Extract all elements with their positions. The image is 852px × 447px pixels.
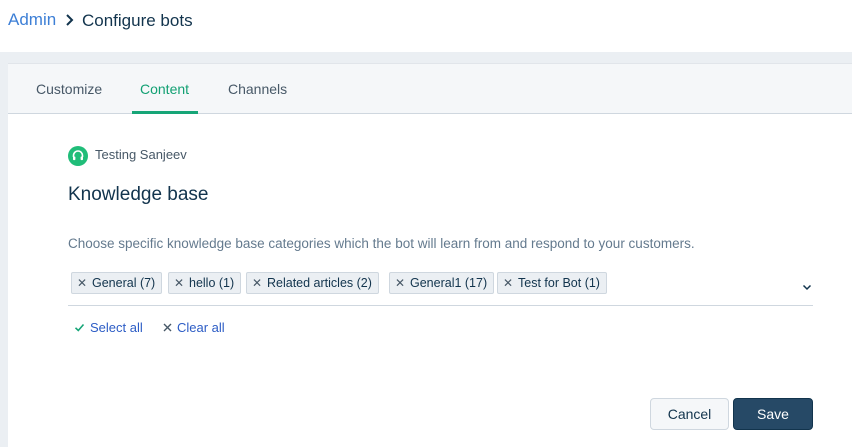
section-title: Knowledge base bbox=[68, 184, 209, 205]
category-tag: ✕ General1 (17) bbox=[389, 272, 495, 294]
category-tag: ✕ Test for Bot (1) bbox=[497, 272, 607, 294]
section-description: Choose specific knowledge base categorie… bbox=[68, 236, 695, 251]
chevron-right-icon bbox=[66, 14, 74, 26]
check-icon bbox=[74, 323, 85, 332]
category-tag-label: Related articles (2) bbox=[267, 276, 372, 290]
remove-tag-icon[interactable]: ✕ bbox=[169, 276, 189, 290]
active-tab-indicator bbox=[132, 111, 198, 114]
bot-name: Testing Sanjeev bbox=[95, 147, 187, 162]
select-all-label: Select all bbox=[90, 320, 143, 335]
breadcrumb-admin-link[interactable]: Admin bbox=[8, 10, 56, 30]
select-all-link[interactable]: Select all bbox=[74, 320, 143, 335]
tab-channels[interactable]: Channels bbox=[228, 81, 287, 97]
category-tag-label: General1 (17) bbox=[410, 276, 488, 290]
content-card: Customize Content Channels Testing Sanje… bbox=[8, 63, 852, 447]
clear-all-label: Clear all bbox=[177, 320, 225, 335]
page-title: Configure bots bbox=[82, 11, 193, 30]
remove-tag-icon[interactable]: ✕ bbox=[498, 276, 518, 290]
close-icon bbox=[163, 323, 172, 332]
category-tag: ✕ hello (1) bbox=[168, 272, 242, 294]
remove-tag-icon[interactable]: ✕ bbox=[247, 276, 267, 290]
tab-customize[interactable]: Customize bbox=[36, 81, 102, 97]
category-tag-label: hello (1) bbox=[189, 276, 235, 290]
headset-icon bbox=[68, 146, 88, 166]
tab-content[interactable]: Content bbox=[140, 81, 189, 97]
save-button[interactable]: Save bbox=[733, 398, 813, 430]
cancel-button[interactable]: Cancel bbox=[650, 398, 729, 430]
clear-all-link[interactable]: Clear all bbox=[163, 320, 225, 335]
category-multiselect[interactable]: ✕ General (7) ✕ hello (1) ✕ Related arti… bbox=[68, 268, 813, 306]
category-tag-label: Test for Bot (1) bbox=[518, 276, 600, 290]
chevron-down-icon[interactable] bbox=[801, 281, 813, 293]
category-tag-label: General (7) bbox=[92, 276, 156, 290]
top-bar: Admin Configure bots bbox=[0, 0, 852, 52]
remove-tag-icon[interactable]: ✕ bbox=[390, 276, 410, 290]
remove-tag-icon[interactable]: ✕ bbox=[72, 276, 92, 290]
tab-bar: Customize Content Channels bbox=[8, 64, 852, 114]
category-tag: ✕ Related articles (2) bbox=[246, 272, 379, 294]
category-tag: ✕ General (7) bbox=[71, 272, 163, 294]
